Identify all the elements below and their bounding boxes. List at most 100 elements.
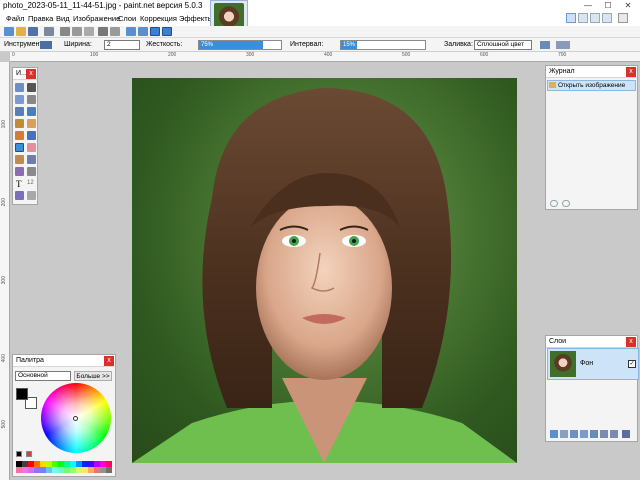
interval-slider[interactable]: 15% [340, 40, 426, 50]
crop-icon[interactable] [98, 27, 108, 36]
menu-file[interactable]: Файл [6, 14, 24, 23]
more-button[interactable]: Больше >> [74, 371, 112, 381]
width-input[interactable]: 2 [104, 40, 140, 50]
layers-panel-header: Слои x [546, 336, 637, 348]
main-toolbar [0, 26, 640, 38]
history-panel: Журнал x Открыть изображение [545, 65, 638, 210]
magic-wand-icon[interactable] [15, 119, 24, 128]
history-item[interactable]: Открыть изображение [547, 80, 636, 91]
rect-select-icon[interactable] [15, 83, 24, 92]
history-redo-icon[interactable] [562, 200, 570, 207]
ruler-view-icon[interactable] [162, 27, 172, 36]
copy-icon[interactable] [72, 27, 82, 36]
menu-edit[interactable]: Правка [28, 14, 53, 23]
brush-tool-icon[interactable] [40, 41, 52, 49]
minimize-button[interactable]: — [578, 0, 598, 12]
menu-image[interactable]: Изображение [73, 14, 120, 23]
tools-panel-header: И... x [13, 68, 37, 80]
ruler-tick-label: 600 [480, 52, 489, 58]
import-layer-icon[interactable] [590, 430, 598, 438]
lasso-icon[interactable] [15, 95, 24, 104]
swap-colors-icon[interactable] [26, 451, 32, 457]
color-mode-select[interactable]: Основной [15, 371, 71, 381]
layer-visibility-checkbox[interactable]: ✓ [628, 360, 636, 368]
move-icon[interactable] [27, 83, 36, 92]
history-panel-close-icon[interactable]: x [626, 67, 636, 77]
delete-layer-icon[interactable] [560, 430, 568, 438]
palette-swatch[interactable] [106, 467, 112, 473]
line-tool-icon[interactable]: 12 [27, 180, 34, 186]
blend-mode-icon[interactable] [556, 41, 570, 49]
shapes-icon[interactable] [15, 191, 24, 200]
ellipse-select-icon[interactable] [15, 107, 24, 116]
paste-icon[interactable] [84, 27, 94, 36]
close-button[interactable]: ✕ [618, 0, 638, 12]
menu-effects[interactable]: Эффекты [179, 14, 213, 23]
canvas-image[interactable] [132, 78, 517, 463]
colors-window-icon[interactable] [602, 13, 612, 23]
tools-panel-close-icon[interactable]: x [26, 69, 36, 79]
layer-row[interactable]: Фон ✓ [547, 348, 639, 380]
ruler-tick-label: 700 [558, 52, 567, 58]
open-folder-icon[interactable] [16, 27, 26, 36]
new-file-icon[interactable] [4, 27, 14, 36]
maximize-button[interactable]: ☐ [598, 0, 618, 12]
palette-strip[interactable] [16, 461, 112, 473]
history-window-icon[interactable] [578, 13, 588, 23]
undo-icon[interactable] [126, 27, 136, 36]
reset-colors-icon[interactable] [16, 451, 22, 457]
add-layer-icon[interactable] [550, 430, 558, 438]
color-wheel[interactable] [41, 383, 111, 453]
width-label: Ширина: [64, 41, 92, 48]
color-wheel-picker[interactable] [73, 416, 78, 421]
tools-window-icon[interactable] [566, 13, 576, 23]
text-tool-icon[interactable]: T [16, 179, 22, 189]
portrait-illustration [132, 88, 517, 463]
pencil-icon[interactable] [15, 155, 24, 164]
hardness-slider[interactable]: 75% [198, 40, 282, 50]
redo-icon[interactable] [138, 27, 148, 36]
fill-mode-select[interactable]: Сплошной цвет [474, 40, 532, 50]
history-panel-title: Журнал [549, 68, 575, 75]
layer-thumbnail [550, 351, 576, 377]
shape-type-icon[interactable] [27, 191, 36, 200]
layer-up-icon[interactable] [600, 430, 608, 438]
paint-bucket-icon[interactable] [15, 131, 24, 140]
antialiasing-icon[interactable] [540, 41, 550, 49]
menu-adjustments[interactable]: Коррекция [140, 14, 177, 23]
interval-slider-fill: 15% [341, 41, 357, 49]
deselect-icon[interactable] [110, 27, 120, 36]
settings-gear-icon[interactable] [618, 13, 628, 23]
print-icon[interactable] [44, 27, 54, 36]
recolor-icon[interactable] [27, 167, 36, 176]
hardness-label: Жесткость: [146, 41, 183, 48]
paintbrush-icon[interactable] [15, 143, 24, 152]
pan-icon[interactable] [27, 119, 36, 128]
duplicate-layer-icon[interactable] [570, 430, 578, 438]
primary-color-swatch[interactable] [16, 388, 28, 400]
layers-window-icon[interactable] [590, 13, 600, 23]
ruler-tick-label: 400 [1, 354, 7, 363]
menu-view[interactable]: Вид [56, 14, 70, 23]
zoom-icon[interactable] [27, 107, 36, 116]
palette-panel-close-icon[interactable]: x [104, 356, 114, 366]
palette-panel: Палитра x Основной Больше >> [12, 354, 116, 477]
layers-panel-close-icon[interactable]: x [626, 337, 636, 347]
horizontal-ruler: 0 100 200 300 400 500 600 700 [10, 52, 640, 62]
history-undo-icon[interactable] [550, 200, 558, 207]
grid-view-icon[interactable] [150, 27, 160, 36]
menu-layers[interactable]: Слои [118, 14, 136, 23]
cut-icon[interactable] [60, 27, 70, 36]
palette-panel-title: Палитра [16, 357, 44, 364]
eraser-icon[interactable] [27, 143, 36, 152]
hardness-slider-fill: 75% [199, 41, 263, 49]
tool-label: Инструмент: [4, 41, 45, 48]
layer-properties-icon[interactable] [622, 430, 630, 438]
layer-down-icon[interactable] [610, 430, 618, 438]
color-picker-icon[interactable] [27, 155, 36, 164]
gradient-icon[interactable] [27, 131, 36, 140]
move-selection-icon[interactable] [27, 95, 36, 104]
merge-layer-icon[interactable] [580, 430, 588, 438]
save-icon[interactable] [28, 27, 38, 36]
clone-stamp-icon[interactable] [15, 167, 24, 176]
